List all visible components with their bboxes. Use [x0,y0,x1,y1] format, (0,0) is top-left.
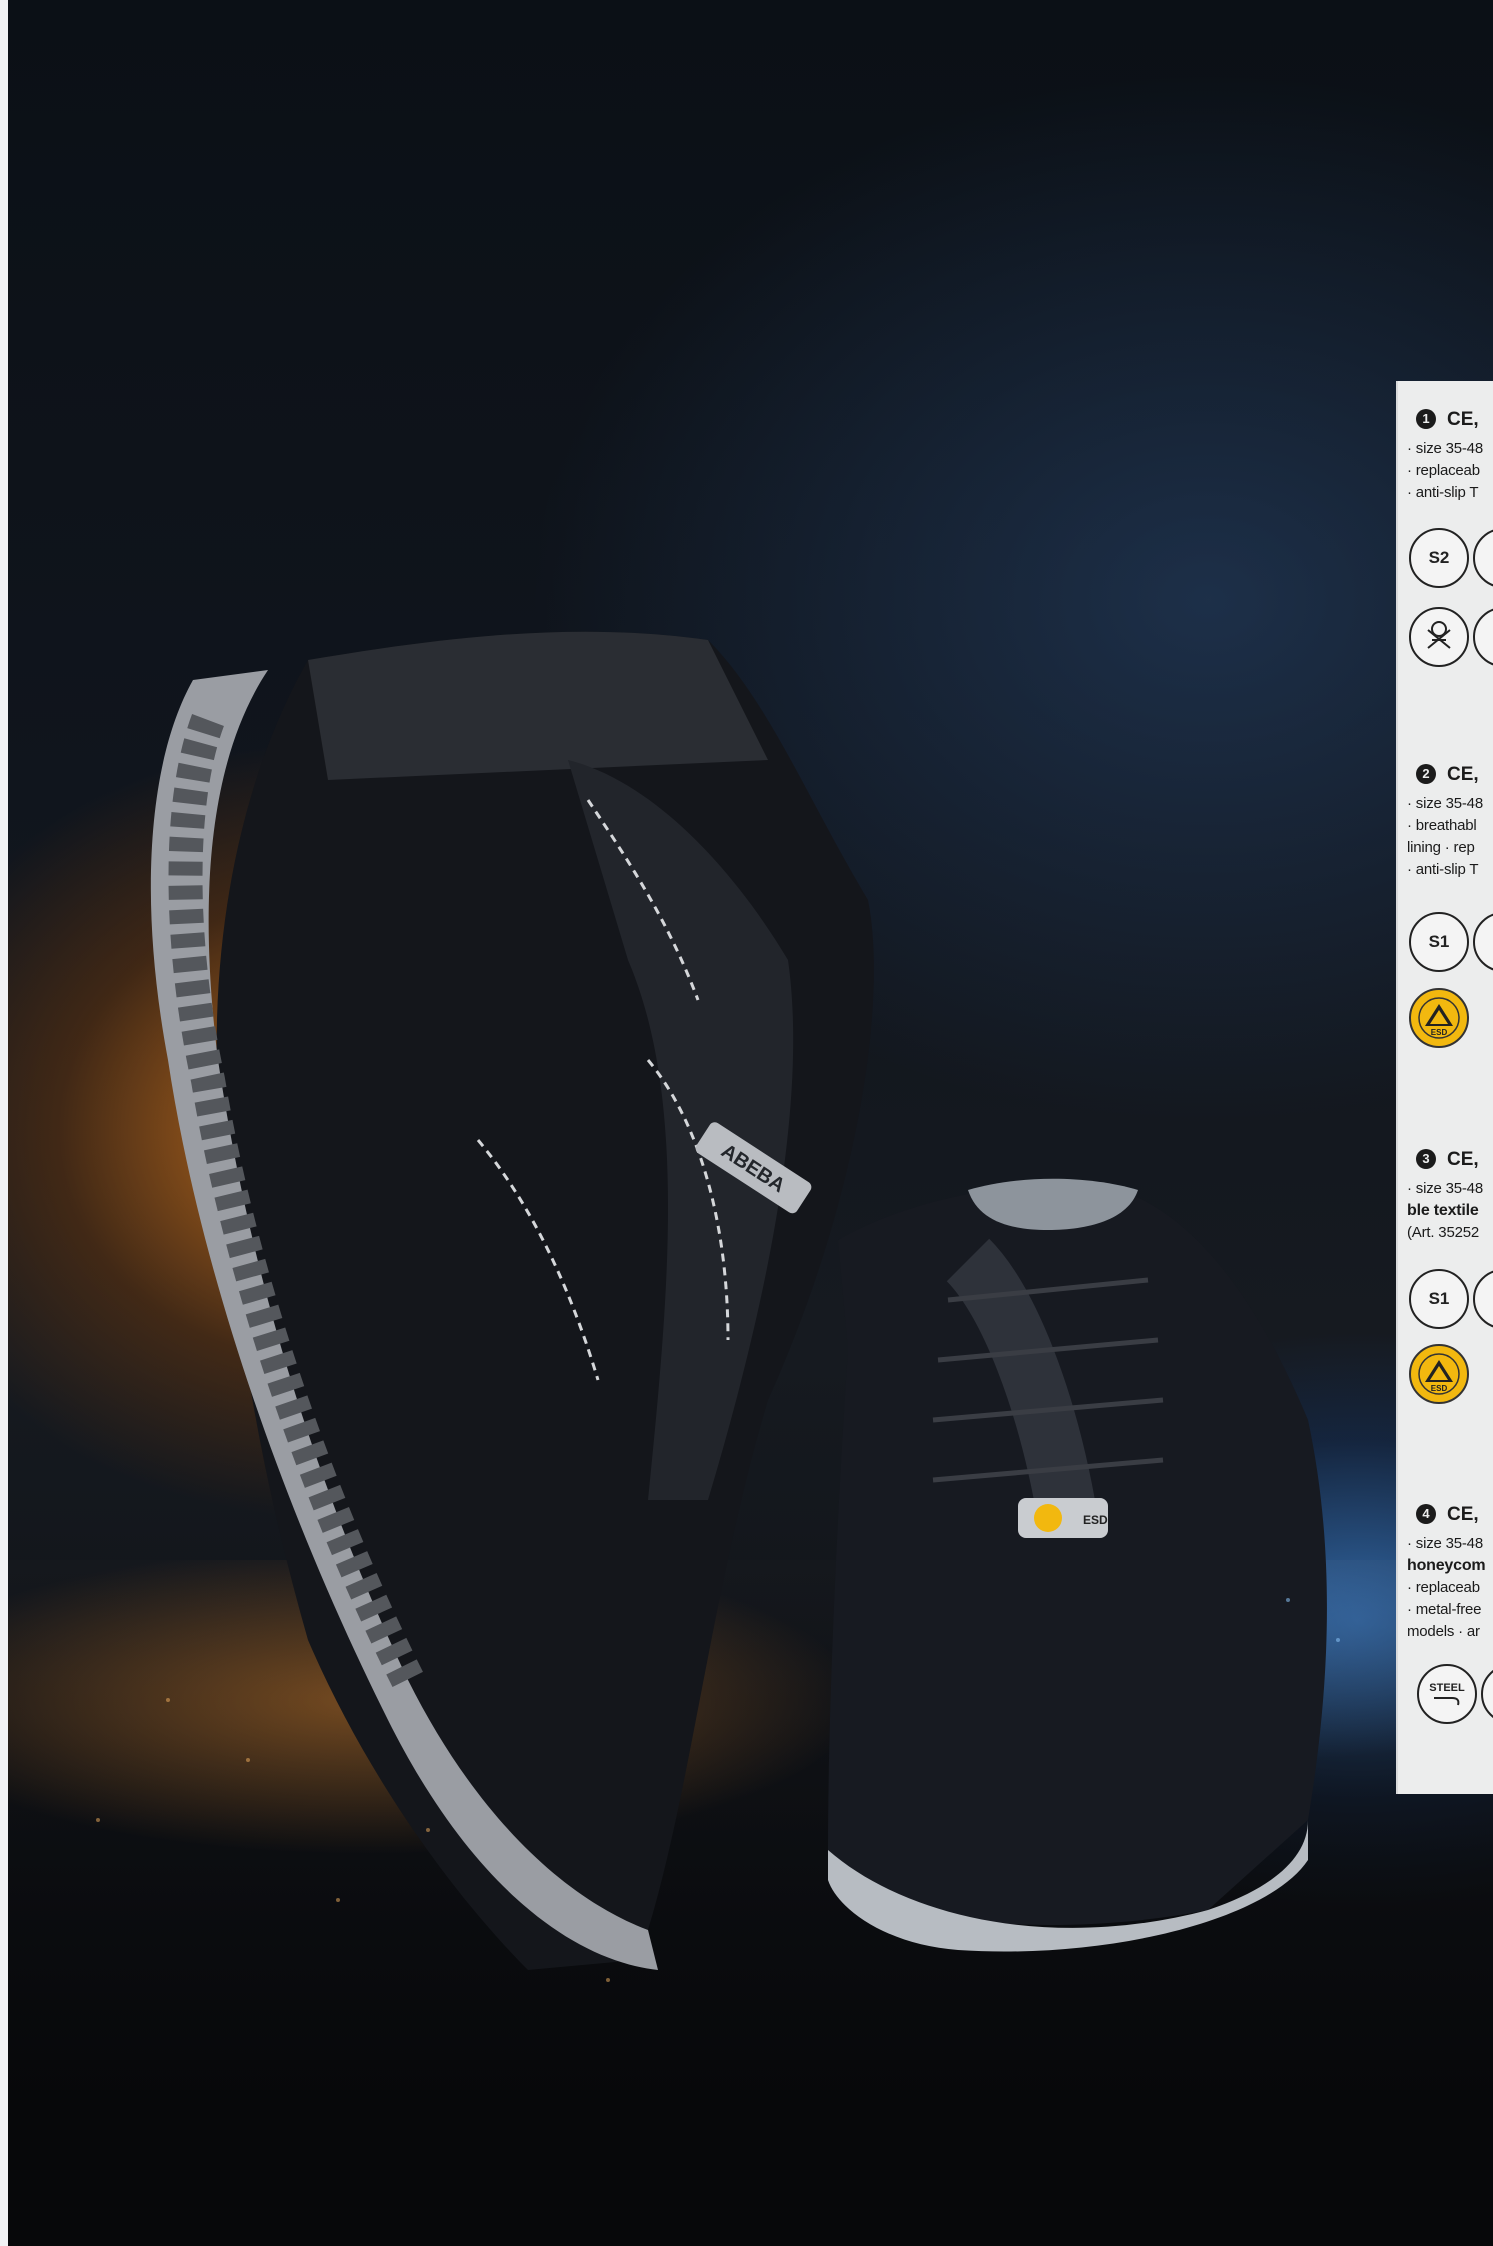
product-photo: ABEBA ESD [8,0,1493,2246]
spec-line: · size 35-48 [1407,795,1483,812]
spec-heading: 1 CE, [1416,408,1479,432]
spec-heading: 4 CE, [1416,1503,1479,1527]
svg-text:ESD: ESD [1431,1384,1448,1393]
safety-shoes-illustration: ABEBA ESD [96,631,1450,1982]
entry-heading-text: CE, [1447,1149,1479,1170]
standing-shoe: ESD [828,1178,1327,1952]
rating-badge [1473,1269,1493,1329]
entry-number: 2 [1416,764,1436,784]
steel-label: STEEL [1429,1682,1465,1694]
lifted-shoe: ABEBA [150,631,874,1970]
entry-heading-text: CE, [1447,1504,1479,1525]
spec-line: lining · rep [1407,839,1475,856]
spec-line: · breathabl [1407,817,1477,834]
entry-heading-text: CE, [1447,409,1479,430]
page-margin [0,0,8,2246]
spec-line: · size 35-48 [1407,1180,1483,1197]
rating-badge [1473,607,1493,667]
rating-badge-s1: S1 [1409,1269,1469,1329]
esd-icon: ESD [1409,1344,1469,1404]
rating-badge-s2: S2 [1409,528,1469,588]
entry-number: 4 [1416,1504,1436,1524]
entry-number: 3 [1416,1149,1436,1169]
entry-heading-text: CE, [1447,764,1479,785]
spec-line: · size 35-48 [1407,440,1483,457]
rating-badge [1473,528,1493,588]
spec-line-bold: ble textile [1407,1202,1479,1219]
spec-line: · replaceab [1407,462,1480,479]
spec-line: · anti-slip T [1407,861,1479,878]
esd-icon: ESD [1409,988,1469,1048]
esd-heel-badge: ESD [1083,1513,1108,1527]
steel-toecap-icon: STEEL [1417,1664,1477,1724]
spec-heading: 3 CE, [1416,1148,1479,1172]
spec-line: · anti-slip T [1407,484,1479,501]
svg-text:ESD: ESD [1431,1028,1448,1037]
spec-line: · replaceab [1407,1579,1480,1596]
rating-badge-s1: S1 [1409,912,1469,972]
spec-heading: 2 CE, [1416,763,1479,787]
spec-line: (Art. 35252 [1407,1224,1480,1241]
spec-line: · size 35-48 [1407,1535,1483,1552]
spec-panel: 1 CE, · size 35-48 · replaceab · anti-sli… [1396,381,1493,1794]
entry-number: 1 [1416,409,1436,429]
spec-line: · metal-free [1407,1601,1482,1618]
rating-badge [1473,912,1493,972]
spec-line: models · ar [1407,1623,1480,1640]
chef-icon [1409,607,1469,667]
spec-line-bold: honeycom [1407,1557,1486,1574]
rating-badge [1481,1664,1493,1724]
